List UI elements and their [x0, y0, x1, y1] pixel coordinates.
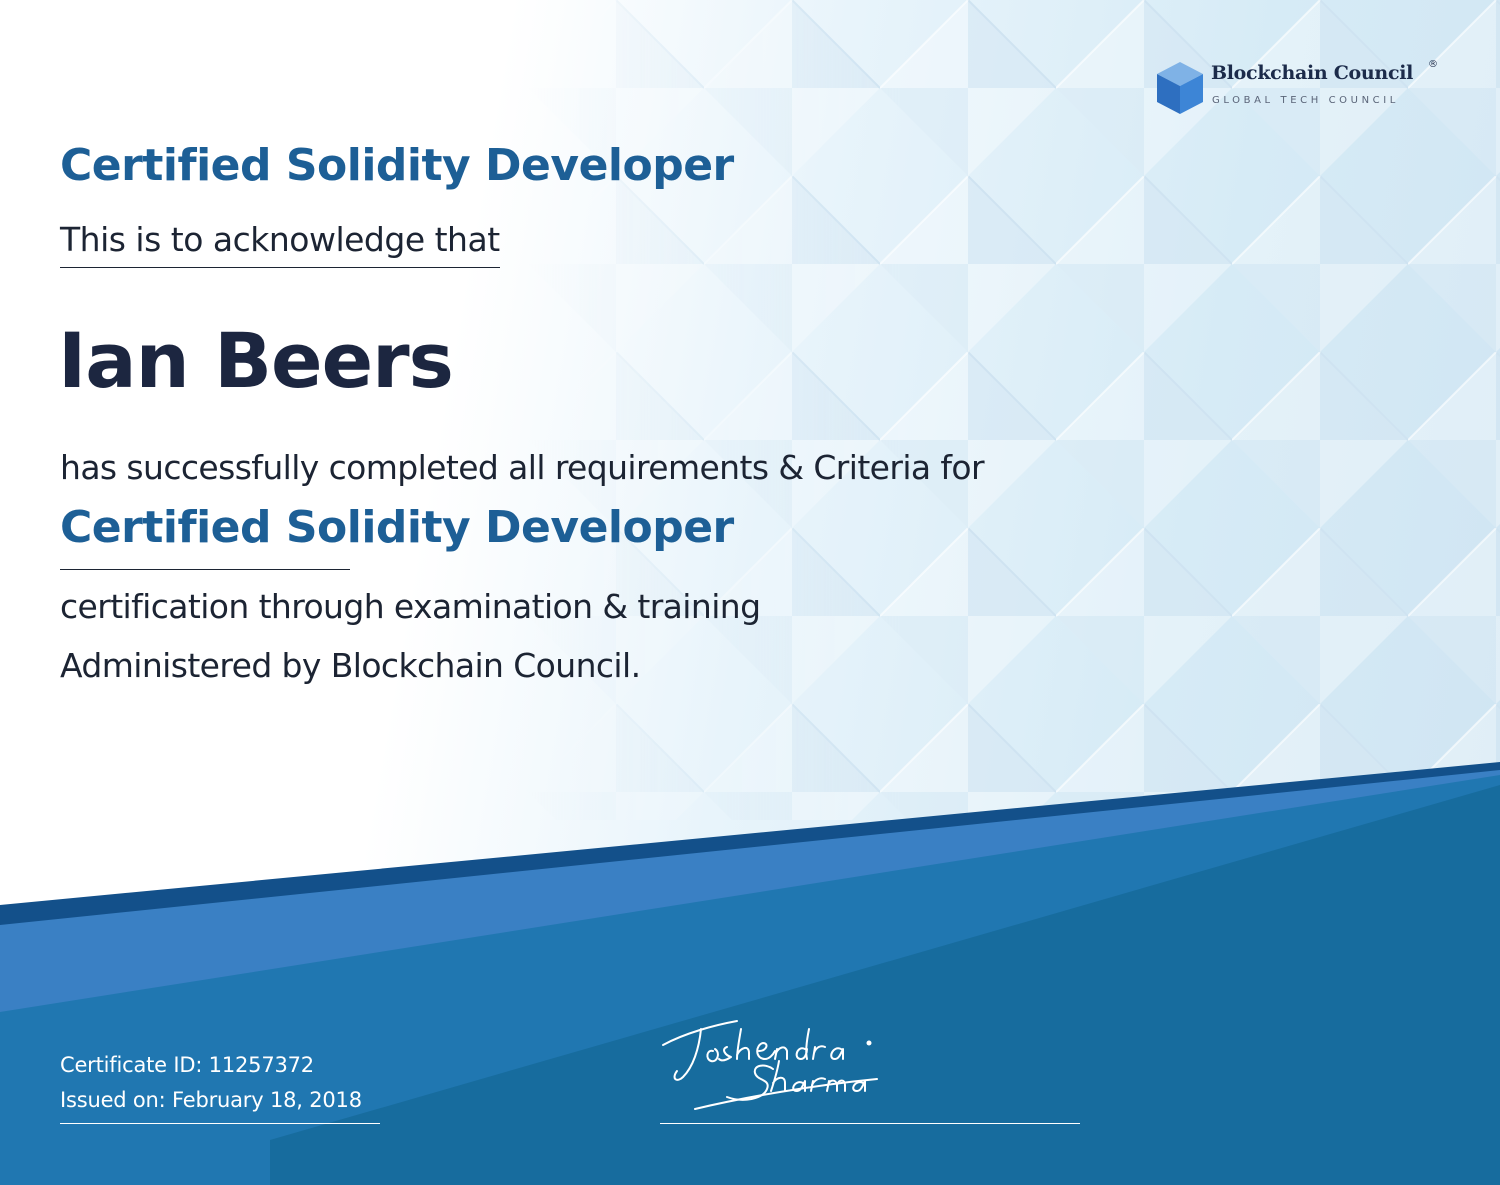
completed-requirements-text: has successfully completed all requireme…	[60, 448, 985, 487]
administered-text: Administered by Blockchain Council.	[60, 646, 641, 685]
certification-text: certification through examination & trai…	[60, 587, 761, 626]
issued-date: Issued on: February 18, 2018	[60, 1088, 362, 1112]
acknowledge-text: This is to acknowledge that	[60, 220, 500, 259]
logo-name: Blockchain Council	[1211, 62, 1414, 84]
recipient-name: Ian Beers	[58, 316, 454, 405]
title-underline	[60, 569, 350, 570]
info-underline	[60, 1123, 380, 1124]
signature-image	[662, 1020, 878, 1110]
signature-line	[660, 1123, 1080, 1124]
registered-mark: ®	[1428, 59, 1438, 70]
logo-tagline: GLOBAL TECH COUNCIL	[1212, 95, 1399, 106]
acknowledge-underline	[60, 267, 500, 268]
cube-logo-icon	[1157, 62, 1203, 114]
certificate-id: Certificate ID: 11257372	[60, 1053, 314, 1077]
certificate-title-top: Certified Solidity Developer	[60, 140, 734, 191]
blockchain-council-logo: Blockchain Council ® GLOBAL TECH COUNCIL	[1155, 58, 1445, 118]
certificate-title-main: Certified Solidity Developer	[60, 502, 734, 553]
